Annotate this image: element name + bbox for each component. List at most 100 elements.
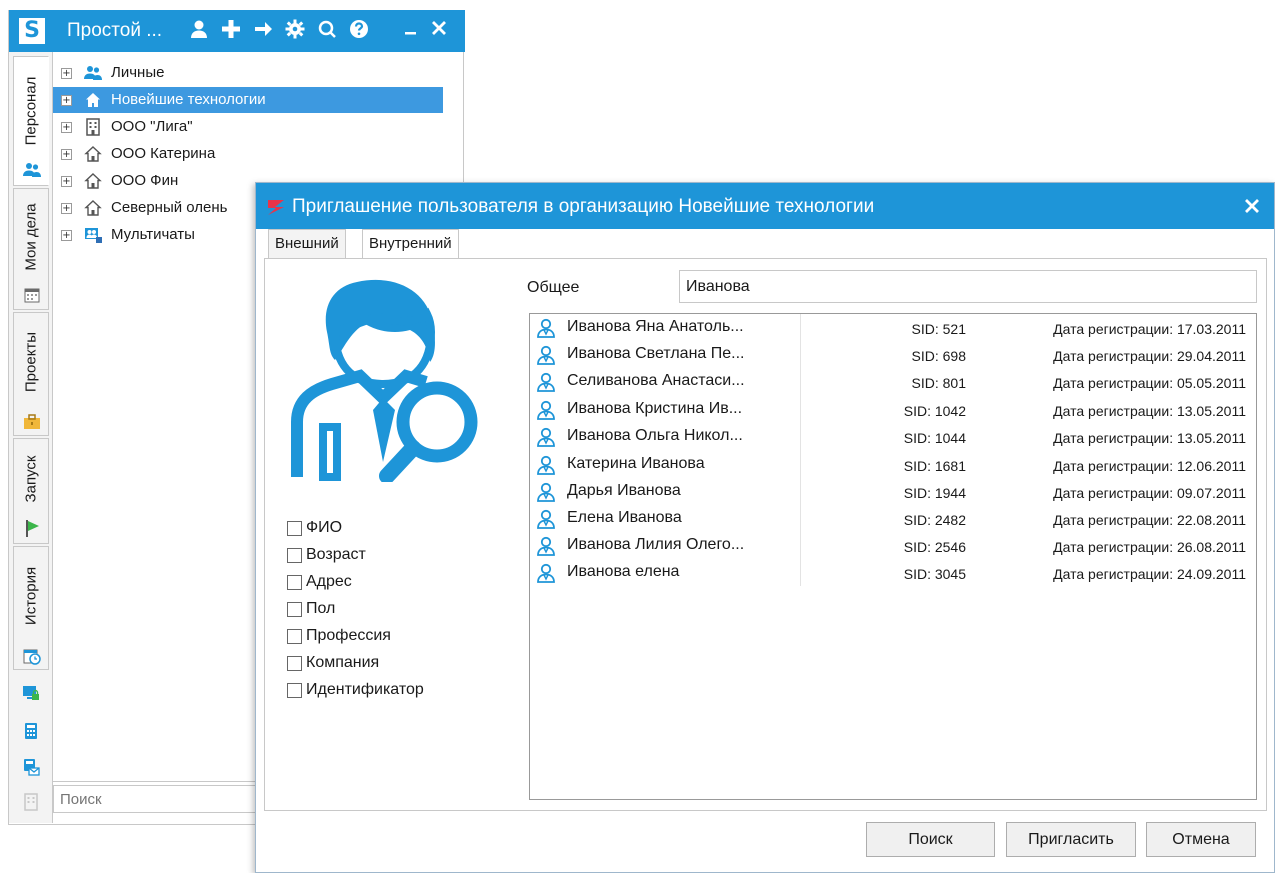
checkbox-label: Профессия	[306, 627, 391, 644]
result-sid: SID: 1044	[903, 430, 966, 446]
home-outline-icon	[84, 200, 102, 216]
user-outline-icon	[536, 482, 556, 502]
flag-icon	[26, 520, 39, 537]
tree-item-katerina[interactable]: + ООО Катерина	[53, 141, 443, 167]
result-sid: SID: 1944	[903, 485, 966, 501]
tree-item-label: ООО "Лига"	[111, 118, 193, 135]
result-registration-date: Дата регистрации: 05.05.2011	[1053, 375, 1246, 391]
lock-monitor-icon[interactable]	[22, 684, 40, 702]
result-name: Катерина Иванова	[567, 455, 705, 472]
app-logo[interactable]: S	[19, 18, 45, 44]
result-registration-date: Дата регистрации: 12.06.2011	[1053, 458, 1246, 474]
result-registration-date: Дата регистрации: 17.03.2011	[1053, 321, 1246, 337]
result-registration-date: Дата регистрации: 26.08.2011	[1053, 539, 1246, 555]
result-row[interactable]: Иванова Яна Анатоль... SID: 521 Дата регис…	[530, 314, 1256, 341]
result-name: Иванова елена	[567, 563, 680, 580]
result-row[interactable]: Иванова елена SID: 3045 Дата регистрации: …	[530, 559, 1256, 586]
result-row[interactable]: Дарья Иванова SID: 1944 Дата регистрации: …	[530, 478, 1256, 505]
results-list[interactable]: Иванова Яна Анатоль... SID: 521 Дата регис…	[529, 313, 1257, 800]
result-name: Иванова Яна Анатоль...	[567, 318, 744, 335]
tab-history[interactable]: История	[13, 546, 49, 670]
add-icon[interactable]	[219, 19, 243, 43]
close-icon[interactable]	[427, 19, 451, 43]
user-outline-icon	[536, 427, 556, 447]
result-name: Иванова Кристина Ив...	[567, 400, 743, 417]
minimize-icon[interactable]	[399, 19, 423, 43]
checkbox-box[interactable]	[287, 548, 302, 563]
calculator-mail-icon[interactable]	[22, 758, 40, 776]
user-outline-icon	[536, 400, 556, 420]
help-icon[interactable]	[347, 19, 371, 43]
tab-external[interactable]: Внешний	[268, 229, 346, 258]
people-icon	[84, 66, 102, 80]
multichat-icon	[85, 228, 102, 243]
tab-history-label: История	[22, 566, 40, 625]
tree-item-personal[interactable]: + Личные	[53, 60, 443, 86]
general-search-input[interactable]	[679, 270, 1257, 303]
checkbox-box[interactable]	[287, 683, 302, 698]
result-registration-date: Дата регистрации: 13.05.2011	[1053, 430, 1246, 446]
result-sid: SID: 1681	[903, 458, 966, 474]
expand-icon[interactable]: +	[61, 230, 72, 241]
tree-item-label: Новейшие технологии	[111, 91, 266, 108]
tab-my-tasks[interactable]: Мои дела	[13, 188, 49, 310]
result-sid: SID: 2546	[903, 539, 966, 555]
result-row[interactable]: Иванова Светлана Пе... SID: 698 Дата регис…	[530, 341, 1256, 368]
checkbox-box[interactable]	[287, 521, 302, 536]
search-icon[interactable]	[315, 19, 339, 43]
home-outline-icon	[84, 146, 102, 162]
expand-icon[interactable]: +	[61, 68, 72, 79]
result-registration-date: Дата регистрации: 09.07.2011	[1053, 485, 1246, 501]
result-registration-date: Дата регистрации: 13.05.2011	[1053, 403, 1246, 419]
tab-launch[interactable]: Запуск	[13, 438, 49, 544]
search-button[interactable]: Поиск	[866, 822, 995, 857]
result-row[interactable]: Катерина Иванова SID: 1681 Дата регистраци…	[530, 451, 1256, 478]
checkbox-box[interactable]	[287, 602, 302, 617]
result-sid: SID: 801	[911, 375, 966, 391]
expand-icon[interactable]: +	[61, 95, 72, 106]
user-outline-icon	[536, 536, 556, 556]
gear-icon[interactable]	[283, 19, 307, 43]
result-row[interactable]: Иванова Ольга Никол... SID: 1044 Дата реги…	[530, 423, 1256, 450]
checkbox-label: Компания	[306, 654, 380, 671]
checkbox-label: Пол	[306, 600, 336, 617]
expand-icon[interactable]: +	[61, 203, 72, 214]
checkbox-box[interactable]	[287, 656, 302, 671]
invite-button[interactable]: Пригласить	[1006, 822, 1136, 857]
user-icon[interactable]	[187, 19, 211, 43]
result-registration-date: Дата регистрации: 24.09.2011	[1053, 566, 1246, 582]
user-outline-icon	[536, 455, 556, 475]
expand-icon[interactable]: +	[61, 176, 72, 187]
vertical-tab-bar: Персонал Мои дела Проекты Запуск История	[9, 52, 53, 823]
tab-launch-label: Запуск	[22, 455, 40, 502]
tree-item-label: Мультичаты	[111, 226, 195, 243]
result-name: Иванова Светлана Пе...	[567, 345, 745, 362]
result-row[interactable]: Елена Иванова SID: 2482 Дата регистрации: …	[530, 505, 1256, 532]
tree-item-label: Северный олень	[111, 199, 228, 216]
checkbox-box[interactable]	[287, 629, 302, 644]
arrow-right-icon[interactable]	[251, 19, 275, 43]
dialog-close-icon[interactable]	[1244, 195, 1260, 219]
result-registration-date: Дата регистрации: 29.04.2011	[1053, 348, 1246, 364]
expand-icon[interactable]: +	[61, 122, 72, 133]
tab-personnel[interactable]: Персонал	[13, 56, 49, 186]
result-row[interactable]: Иванова Кристина Ив... SID: 1042 Дата реги…	[530, 396, 1256, 423]
tree-item-newest-tech[interactable]: + Новейшие технологии	[53, 87, 443, 113]
tree-item-liga[interactable]: + ООО "Лига"	[53, 114, 443, 140]
cancel-button[interactable]: Отмена	[1146, 822, 1256, 857]
checkbox-label: Возраст	[306, 546, 366, 563]
user-outline-icon	[536, 345, 556, 365]
expand-icon[interactable]: +	[61, 149, 72, 160]
tree-item-label: ООО Фин	[111, 172, 179, 189]
home-icon	[86, 93, 100, 107]
result-row[interactable]: Иванова Лилия Олего... SID: 2546 Дата реги…	[530, 532, 1256, 559]
tab-my-tasks-label: Мои дела	[22, 203, 40, 271]
tab-projects[interactable]: Проекты	[13, 312, 49, 436]
calculator-icon[interactable]	[22, 722, 40, 740]
result-name: Дарья Иванова	[567, 482, 681, 499]
checkbox-box[interactable]	[287, 575, 302, 590]
internal-tab-panel: ФИО Возраст Адрес Пол Профессия Компания…	[264, 258, 1267, 811]
result-row[interactable]: Селиванова Анастаси... SID: 801 Дата регис…	[530, 368, 1256, 395]
main-titlebar: S Простой ...	[9, 10, 465, 52]
tab-internal[interactable]: Внутренний	[362, 229, 459, 259]
